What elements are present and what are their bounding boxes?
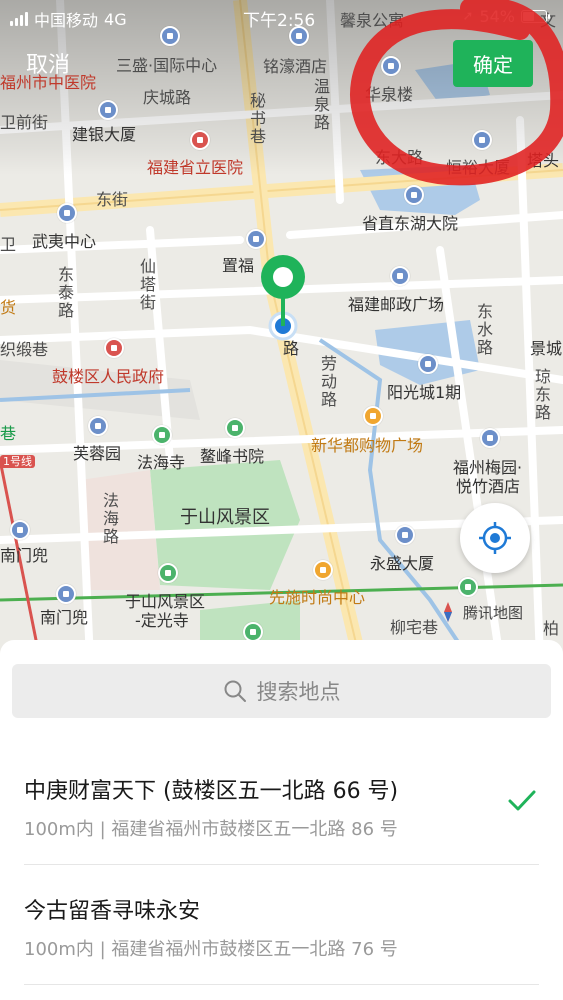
poi-shopping-icon xyxy=(363,406,383,426)
result-title: 中庚财富天下 (鼓楼区五一北路 66 号) xyxy=(24,779,399,804)
poi-scenic-icon xyxy=(88,416,108,436)
poi-hotel-icon xyxy=(404,185,424,205)
map-road-label: 琼东路 xyxy=(534,367,551,422)
map-label: 柳宅巷 xyxy=(390,618,439,637)
clock: 下午2:56 xyxy=(243,11,316,31)
map-road-label: 东泰路 xyxy=(57,265,74,320)
map-label: 永盛大厦 xyxy=(370,554,435,573)
result-subtitle: 100m内 | 福建省福州市鼓楼区五一北路 76 号 xyxy=(24,939,398,960)
poi-hospital-icon xyxy=(190,130,210,150)
locate-me-button[interactable] xyxy=(460,503,530,573)
map-road-label: 劳动路 xyxy=(320,354,337,409)
brand-label: 腾讯地图 xyxy=(463,603,524,622)
map-label: 建银大厦 xyxy=(72,125,137,144)
map-label: 鳌峰书院 xyxy=(200,447,265,466)
map-label: 铭濠酒店 xyxy=(263,57,328,76)
result-item[interactable]: 中庚财富天下 (鼓楼区五一北路 66 号) 100m内 | 福建省福州市鼓楼区五… xyxy=(0,745,563,865)
map-road-label: 仙塔街 xyxy=(139,257,156,312)
carrier-label: 中国移动 xyxy=(34,11,99,30)
map-label: 路 xyxy=(283,339,300,358)
map-label: 三盛·国际中心 xyxy=(116,56,218,75)
poi-building-icon xyxy=(57,203,77,223)
metro-station-icon xyxy=(10,520,30,540)
locate-me-icon xyxy=(479,522,511,554)
map-label: 货 xyxy=(0,298,17,317)
map-label: 南门兜 xyxy=(40,608,89,627)
location-arrow-icon: ➚ xyxy=(462,9,474,24)
map-road-label: 温泉路 xyxy=(313,77,330,132)
map-label: 东大路 xyxy=(375,148,424,167)
signal-icon xyxy=(10,12,28,26)
compass-icon xyxy=(444,602,452,622)
map-label: 华泉楼 xyxy=(365,85,414,104)
poi-government-icon xyxy=(104,338,124,358)
result-item[interactable]: 今古留香寻味永安 100m内 | 福建省福州市鼓楼区五一北路 76 号 xyxy=(0,865,563,985)
map-view[interactable]: 馨泉公寓 福州市中医院 三盛·国际中心 铭濠酒店 庆城路 卫前街 建银大厦 华泉… xyxy=(0,0,563,660)
search-bar[interactable]: 搜索地点 xyxy=(12,664,551,718)
map-label: 鼓楼区人民政府 xyxy=(52,367,165,386)
metro-station-icon xyxy=(56,584,76,604)
search-placeholder: 搜索地点 xyxy=(256,680,341,704)
poi-park-icon xyxy=(243,622,263,642)
result-title: 今古留香寻味永安 xyxy=(24,899,201,924)
poi-residential-icon xyxy=(418,354,438,374)
poi-temple-icon xyxy=(152,425,172,445)
poi-building-icon xyxy=(246,229,266,249)
map-label: 于山风景区 xyxy=(180,507,270,528)
bottom-sheet: 搜索地点 中庚财富天下 (鼓楼区五一北路 66 号) 100m内 | 福建省福州… xyxy=(0,640,563,1000)
poi-building-icon xyxy=(98,100,118,120)
map-label: 先施时尚中心 xyxy=(269,588,366,607)
map-label: 福州梅园· xyxy=(453,458,523,477)
map-label: 福建省立医院 xyxy=(147,158,244,177)
poi-building-icon xyxy=(472,130,492,150)
map-label: 省直东湖大院 xyxy=(362,214,459,233)
map-label: 卫 xyxy=(0,235,17,254)
map-label: 南门兜 xyxy=(0,546,49,565)
map-label: 恒裕大厦 xyxy=(446,158,511,177)
poi-temple-icon xyxy=(158,563,178,583)
map-label: 东街 xyxy=(96,190,129,209)
cancel-button[interactable]: 取消 xyxy=(26,47,70,79)
poi-academy-icon xyxy=(225,418,245,438)
map-road-label: 秘书巷 xyxy=(249,91,266,146)
map-label: 于山风景区 xyxy=(125,592,206,611)
search-icon xyxy=(224,680,246,702)
metro-line-badge: 1号线 xyxy=(0,455,35,468)
map-pin-icon xyxy=(261,255,305,341)
confirm-button[interactable]: 确定 xyxy=(453,40,533,87)
poi-building-icon xyxy=(381,56,401,76)
map-label: 景城 xyxy=(530,339,563,358)
map-label: 芙蓉园 xyxy=(73,444,122,463)
result-subtitle: 100m内 | 福建省福州市鼓楼区五一北路 86 号 xyxy=(24,819,398,840)
map-label: 悦竹酒店 xyxy=(456,477,521,496)
map-label: 塔头 xyxy=(527,151,560,170)
map-label: 法海寺 xyxy=(137,453,186,472)
metro-station-icon xyxy=(458,577,478,597)
map-label: 织缎巷 xyxy=(0,340,49,359)
poi-building-icon xyxy=(390,266,410,286)
battery-percent: 54% xyxy=(479,7,515,26)
map-label: 武夷中心 xyxy=(32,232,97,251)
map-label: 柏 xyxy=(543,619,560,638)
map-road-label: 东水路 xyxy=(476,302,493,357)
divider xyxy=(24,984,539,985)
network-label: 4G xyxy=(104,9,127,29)
map-label: 新华都购物广场 xyxy=(311,436,424,455)
map-label: 卫前街 xyxy=(0,113,49,132)
map-label: 庆城路 xyxy=(143,88,192,107)
battery-icon xyxy=(521,10,550,23)
poi-hotel-icon xyxy=(480,428,500,448)
map-label: 阳光城1期 xyxy=(387,383,462,402)
map-label: -定光寺 xyxy=(135,611,189,630)
poi-building-icon xyxy=(395,525,415,545)
check-icon xyxy=(508,790,536,811)
map-label: 置福 xyxy=(222,256,255,275)
status-bar: 中国移动 4G 下午2:56 ➚ 54% xyxy=(0,0,563,32)
map-road-label: 法海路 xyxy=(102,491,119,546)
map-label: 福建邮政广场 xyxy=(348,295,445,314)
map-brand: 腾讯地图 xyxy=(437,601,523,623)
map-label: 巷 xyxy=(0,424,17,443)
poi-shopping-icon xyxy=(313,560,333,580)
